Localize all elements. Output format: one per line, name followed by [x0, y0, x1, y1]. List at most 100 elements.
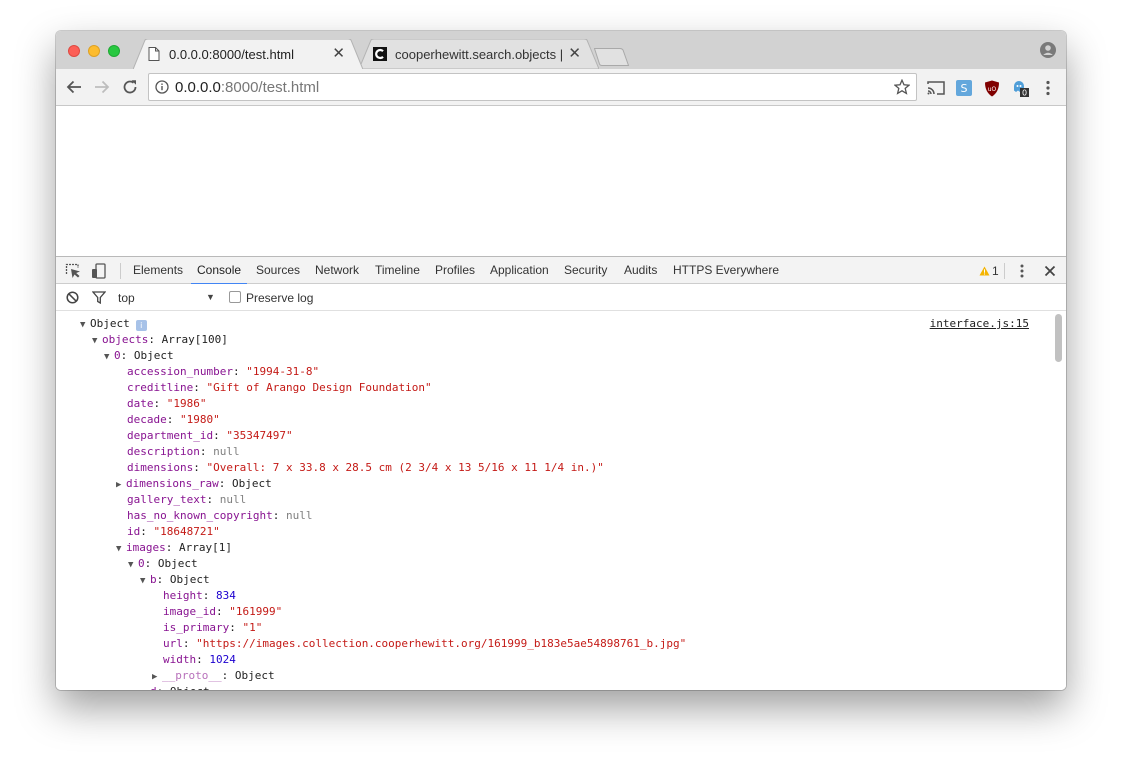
address-bar[interactable]: 0.0.0.0:8000/test.html — [148, 73, 917, 101]
key: decade — [127, 413, 167, 426]
cast-button[interactable] — [926, 78, 946, 98]
collapsed-triangle-icon: ▶ — [152, 672, 158, 682]
tree-row[interactable]: description: null — [127, 444, 240, 460]
info-badge-icon[interactable]: i — [135, 320, 147, 331]
tree-row[interactable]: id: "18648721" — [127, 524, 220, 540]
warning-counter[interactable]: 1 — [979, 264, 999, 278]
value: "161999" — [229, 605, 283, 618]
value: Object — [169, 573, 210, 586]
forward-button[interactable] — [92, 77, 112, 97]
value: Object — [231, 477, 272, 490]
devtools-tab-security[interactable]: Security — [564, 257, 607, 284]
chevron-down-icon[interactable]: ▼ — [206, 292, 215, 302]
ghostery-button[interactable]: 0 — [1010, 78, 1030, 98]
address-url[interactable]: 0.0.0.0:8000/test.html — [175, 79, 319, 96]
devtools-tab-profiles[interactable]: Profiles — [435, 257, 475, 284]
ublock-button[interactable]: uO — [982, 78, 1002, 98]
tree-row[interactable]: image_id: "161999" — [163, 604, 282, 620]
console-output: interface.js:15 ▼ Object i ▼ objects: Array… — [56, 311, 1066, 690]
value: null — [285, 509, 313, 522]
value: "https://images.collection.cooperhewitt.… — [196, 637, 687, 650]
window-close-button[interactable] — [68, 45, 80, 57]
tab-test-html[interactable]: 0.0.0.0:8000/test.html ✕ — [133, 39, 363, 69]
bookmark-star-icon[interactable] — [894, 79, 910, 95]
reload-button[interactable] — [120, 77, 140, 97]
tree-row-b[interactable]: ▼ b: Object — [140, 572, 210, 588]
window-maximize-button[interactable] — [108, 45, 120, 57]
clear-console-icon[interactable] — [66, 291, 79, 304]
tree-row[interactable]: date: "1986" — [127, 396, 207, 412]
info-icon[interactable] — [155, 80, 169, 94]
tree-row[interactable]: height: 834 — [163, 588, 236, 604]
arrow-left-icon — [66, 80, 81, 94]
devtools-panel: Elements Console Sources Network Timelin… — [56, 256, 1066, 690]
tree-row-root[interactable]: ▼ Object i — [80, 316, 147, 332]
profile-icon[interactable] — [1040, 42, 1056, 58]
tree-row[interactable]: width: 1024 — [163, 652, 236, 668]
tree-row[interactable]: has_no_known_copyright: null — [127, 508, 312, 524]
tab-close-icon[interactable]: ✕ — [332, 46, 345, 62]
key: 0 — [114, 349, 121, 362]
device-mode-button[interactable] — [90, 262, 108, 280]
browser-menu-button[interactable] — [1038, 78, 1058, 98]
value: "Overall: 7 x 33.8 x 28.5 cm (2 3/4 x 13… — [206, 461, 604, 474]
devtools-tab-sources[interactable]: Sources — [256, 257, 300, 284]
devtools-tab-application[interactable]: Application — [490, 257, 549, 284]
preserve-log-checkbox[interactable] — [229, 291, 241, 303]
inspect-element-button[interactable] — [64, 262, 82, 280]
context-selector[interactable]: top — [118, 291, 135, 305]
key: description — [127, 445, 200, 458]
key: is_primary — [163, 621, 230, 634]
devtools-tab-timeline[interactable]: Timeline — [375, 257, 420, 284]
key: __proto__ — [162, 669, 222, 682]
devtools-tab-https-everywhere[interactable]: HTTPS Everywhere — [673, 257, 779, 284]
window-minimize-button[interactable] — [88, 45, 100, 57]
tree-row[interactable]: department_id: "35347497" — [127, 428, 293, 444]
filter-icon[interactable] — [92, 291, 106, 304]
devtools-menu-button[interactable] — [1013, 262, 1031, 280]
key: date — [127, 397, 154, 410]
key: width — [163, 653, 197, 666]
tree-row[interactable]: decade: "1980" — [127, 412, 220, 428]
close-icon — [1044, 265, 1056, 277]
extension-s-button[interactable]: S — [954, 78, 974, 98]
preserve-log-label: Preserve log — [246, 291, 314, 305]
tree-row-images[interactable]: ▼ images: Array[1] — [116, 540, 232, 556]
tree-row-item-0[interactable]: ▼ 0: Object — [104, 348, 174, 364]
devtools-tab-audits[interactable]: Audits — [624, 257, 657, 284]
value: "Gift of Arango Design Foundation" — [206, 381, 432, 394]
source-link[interactable]: interface.js:15 — [930, 317, 1029, 330]
back-button[interactable] — [64, 77, 84, 97]
key: dimensions — [127, 461, 194, 474]
tree-row[interactable]: creditline: "Gift of Arango Design Found… — [127, 380, 432, 396]
tree-row[interactable]: url: "https://images.collection.cooperhe… — [163, 636, 686, 652]
devtools-tab-elements[interactable]: Elements — [133, 257, 183, 284]
tree-row[interactable]: gallery_text: null — [127, 492, 246, 508]
new-tab-button[interactable] — [594, 48, 630, 66]
console-scrollbar[interactable] — [1054, 314, 1063, 689]
value: "1" — [242, 621, 263, 634]
tab-strip: cooperhewitt.search.objects | C ✕ 0.0.0.… — [56, 31, 1066, 69]
value: 1024 — [209, 653, 236, 666]
devtools-tab-console[interactable]: Console — [190, 257, 248, 285]
svg-text:uO: uO — [988, 86, 997, 93]
tab-close-icon[interactable]: ✕ — [568, 46, 581, 62]
tree-row-image-0[interactable]: ▼ 0: Object — [128, 556, 198, 572]
tree-row-objects[interactable]: ▼ objects: Array[100] — [92, 332, 228, 348]
value: Array[100] — [161, 333, 228, 346]
tree-row-d[interactable]: ▶d: Object — [140, 684, 210, 690]
tree-row[interactable]: accession_number: "1994-31-8" — [127, 364, 319, 380]
warning-count: 1 — [992, 264, 999, 278]
scrollbar-thumb[interactable] — [1055, 314, 1062, 362]
value: Object — [157, 557, 198, 570]
devtools-tab-network[interactable]: Network — [315, 257, 359, 284]
tab-cooperhewitt[interactable]: cooperhewitt.search.objects | C ✕ — [359, 39, 599, 69]
tree-row[interactable]: is_primary: "1" — [163, 620, 262, 636]
devtools-close-button[interactable] — [1041, 262, 1059, 280]
tab-title: 0.0.0.0:8000/test.html — [169, 46, 295, 62]
tree-row-proto[interactable]: ▶ __proto__: Object — [152, 668, 275, 684]
ublock-shield-icon: uO — [985, 80, 999, 96]
tree-row[interactable]: dimensions: "Overall: 7 x 33.8 x 28.5 cm… — [127, 460, 604, 476]
tree-row[interactable]: ▶ dimensions_raw: Object — [116, 476, 272, 492]
value: 834 — [216, 589, 236, 602]
